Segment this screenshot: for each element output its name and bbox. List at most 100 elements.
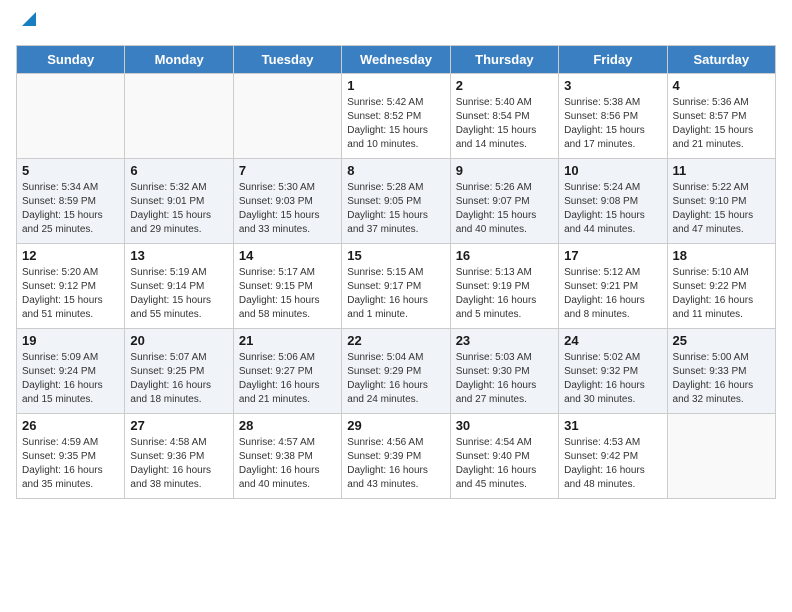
day-number: 9 <box>456 163 553 178</box>
calendar-empty-cell <box>125 74 233 159</box>
day-info: Sunrise: 5:02 AM Sunset: 9:32 PM Dayligh… <box>564 351 661 407</box>
calendar-day-19: 19Sunrise: 5:09 AM Sunset: 9:24 PM Dayli… <box>17 329 125 414</box>
day-number: 4 <box>673 78 770 93</box>
day-info: Sunrise: 5:20 AM Sunset: 9:12 PM Dayligh… <box>22 266 119 322</box>
day-info: Sunrise: 5:06 AM Sunset: 9:27 PM Dayligh… <box>239 351 336 407</box>
calendar-week-row: 26 Sunrise: 4:59 AM Sunset: 9:35 PM Dayli… <box>17 414 776 499</box>
day-number: 18 <box>673 248 770 263</box>
day-number: 25 <box>673 333 770 348</box>
day-number: 28 <box>239 418 336 433</box>
col-header-thursday: Thursday <box>450 46 558 74</box>
col-header-sunday: Sunday <box>17 46 125 74</box>
calendar-empty-cell <box>233 74 341 159</box>
day-info: Sunrise: 5:26 AM Sunset: 9:07 PM Dayligh… <box>456 181 553 237</box>
day-info: Sunrise: 5:32 AM Sunset: 9:01 PM Dayligh… <box>130 181 227 237</box>
col-header-saturday: Saturday <box>667 46 775 74</box>
col-header-tuesday: Tuesday <box>233 46 341 74</box>
day-number: 19 <box>22 333 119 348</box>
calendar-day-11: 11 Sunrise: 5:22 AM Sunset: 9:10 PM Dayli… <box>667 159 775 244</box>
day-number: 7 <box>239 163 336 178</box>
day-number: 27 <box>130 418 227 433</box>
col-header-friday: Friday <box>559 46 667 74</box>
day-number: 29 <box>347 418 444 433</box>
day-info: Sunrise: 5:00 AM Sunset: 9:33 PM Dayligh… <box>673 351 770 407</box>
day-info: Sunrise: 5:07 AM Sunset: 9:25 PM Dayligh… <box>130 351 227 407</box>
day-info: Sunrise: 5:30 AM Sunset: 9:03 PM Dayligh… <box>239 181 336 237</box>
day-number: 21 <box>239 333 336 348</box>
calendar-day-15: 15 Sunrise: 5:15 AM Sunset: 9:17 PM Dayli… <box>342 244 450 329</box>
day-info: Sunrise: 5:28 AM Sunset: 9:05 PM Dayligh… <box>347 181 444 237</box>
day-number: 15 <box>347 248 444 263</box>
day-number: 5 <box>22 163 119 178</box>
day-info: Sunrise: 4:56 AM Sunset: 9:39 PM Dayligh… <box>347 436 444 492</box>
day-number: 10 <box>564 163 661 178</box>
calendar-day-30: 30 Sunrise: 4:54 AM Sunset: 9:40 PM Dayli… <box>450 414 558 499</box>
page-header <box>16 16 776 35</box>
calendar-day-1: 1Sunrise: 5:42 AM Sunset: 8:52 PM Daylig… <box>342 74 450 159</box>
day-info: Sunrise: 5:36 AM Sunset: 8:57 PM Dayligh… <box>673 96 770 152</box>
day-info: Sunrise: 5:13 AM Sunset: 9:19 PM Dayligh… <box>456 266 553 322</box>
calendar-week-row: 1Sunrise: 5:42 AM Sunset: 8:52 PM Daylig… <box>17 74 776 159</box>
calendar-day-31: 31 Sunrise: 4:53 AM Sunset: 9:42 PM Dayli… <box>559 414 667 499</box>
calendar-day-5: 5 Sunrise: 5:34 AM Sunset: 8:59 PM Daylig… <box>17 159 125 244</box>
calendar-day-10: 10Sunrise: 5:24 AM Sunset: 9:08 PM Dayli… <box>559 159 667 244</box>
day-info: Sunrise: 5:10 AM Sunset: 9:22 PM Dayligh… <box>673 266 770 322</box>
day-info: Sunrise: 5:40 AM Sunset: 8:54 PM Dayligh… <box>456 96 553 152</box>
calendar-day-29: 29 Sunrise: 4:56 AM Sunset: 9:39 PM Dayli… <box>342 414 450 499</box>
calendar-day-28: 28 Sunrise: 4:57 AM Sunset: 9:38 PM Dayli… <box>233 414 341 499</box>
day-number: 20 <box>130 333 227 348</box>
calendar-header-row: SundayMondayTuesdayWednesdayThursdayFrid… <box>17 46 776 74</box>
calendar-day-22: 22Sunrise: 5:04 AM Sunset: 9:29 PM Dayli… <box>342 329 450 414</box>
day-info: Sunrise: 4:54 AM Sunset: 9:40 PM Dayligh… <box>456 436 553 492</box>
calendar-week-row: 19Sunrise: 5:09 AM Sunset: 9:24 PM Dayli… <box>17 329 776 414</box>
day-info: Sunrise: 5:15 AM Sunset: 9:17 PM Dayligh… <box>347 266 444 322</box>
day-number: 8 <box>347 163 444 178</box>
day-info: Sunrise: 4:57 AM Sunset: 9:38 PM Dayligh… <box>239 436 336 492</box>
day-number: 1 <box>347 78 444 93</box>
calendar-day-6: 6Sunrise: 5:32 AM Sunset: 9:01 PM Daylig… <box>125 159 233 244</box>
day-number: 14 <box>239 248 336 263</box>
calendar-day-20: 20 Sunrise: 5:07 AM Sunset: 9:25 PM Dayli… <box>125 329 233 414</box>
calendar-day-18: 18 Sunrise: 5:10 AM Sunset: 9:22 PM Dayli… <box>667 244 775 329</box>
calendar-day-3: 3Sunrise: 5:38 AM Sunset: 8:56 PM Daylig… <box>559 74 667 159</box>
calendar-week-row: 5 Sunrise: 5:34 AM Sunset: 8:59 PM Daylig… <box>17 159 776 244</box>
day-info: Sunrise: 5:34 AM Sunset: 8:59 PM Dayligh… <box>22 181 119 237</box>
day-number: 31 <box>564 418 661 433</box>
day-info: Sunrise: 4:53 AM Sunset: 9:42 PM Dayligh… <box>564 436 661 492</box>
calendar-day-16: 16 Sunrise: 5:13 AM Sunset: 9:19 PM Dayli… <box>450 244 558 329</box>
day-info: Sunrise: 4:59 AM Sunset: 9:35 PM Dayligh… <box>22 436 119 492</box>
day-info: Sunrise: 5:04 AM Sunset: 9:29 PM Dayligh… <box>347 351 444 407</box>
day-info: Sunrise: 5:22 AM Sunset: 9:10 PM Dayligh… <box>673 181 770 237</box>
day-number: 3 <box>564 78 661 93</box>
day-number: 12 <box>22 248 119 263</box>
day-number: 13 <box>130 248 227 263</box>
calendar-day-21: 21 Sunrise: 5:06 AM Sunset: 9:27 PM Dayli… <box>233 329 341 414</box>
calendar-day-2: 2 Sunrise: 5:40 AM Sunset: 8:54 PM Daylig… <box>450 74 558 159</box>
day-number: 11 <box>673 163 770 178</box>
calendar-empty-cell <box>17 74 125 159</box>
calendar-week-row: 12 Sunrise: 5:20 AM Sunset: 9:12 PM Dayli… <box>17 244 776 329</box>
calendar-day-17: 17Sunrise: 5:12 AM Sunset: 9:21 PM Dayli… <box>559 244 667 329</box>
calendar-day-8: 8 Sunrise: 5:28 AM Sunset: 9:05 PM Daylig… <box>342 159 450 244</box>
day-info: Sunrise: 5:12 AM Sunset: 9:21 PM Dayligh… <box>564 266 661 322</box>
day-info: Sunrise: 4:58 AM Sunset: 9:36 PM Dayligh… <box>130 436 227 492</box>
col-header-wednesday: Wednesday <box>342 46 450 74</box>
col-header-monday: Monday <box>125 46 233 74</box>
calendar-day-24: 24 Sunrise: 5:02 AM Sunset: 9:32 PM Dayli… <box>559 329 667 414</box>
day-number: 30 <box>456 418 553 433</box>
calendar-day-4: 4 Sunrise: 5:36 AM Sunset: 8:57 PM Daylig… <box>667 74 775 159</box>
calendar-day-12: 12 Sunrise: 5:20 AM Sunset: 9:12 PM Dayli… <box>17 244 125 329</box>
calendar-day-23: 23 Sunrise: 5:03 AM Sunset: 9:30 PM Dayli… <box>450 329 558 414</box>
calendar-day-9: 9 Sunrise: 5:26 AM Sunset: 9:07 PM Daylig… <box>450 159 558 244</box>
day-number: 2 <box>456 78 553 93</box>
day-info: Sunrise: 5:03 AM Sunset: 9:30 PM Dayligh… <box>456 351 553 407</box>
day-number: 26 <box>22 418 119 433</box>
day-number: 16 <box>456 248 553 263</box>
day-number: 24 <box>564 333 661 348</box>
logo-arrow-icon <box>18 8 40 30</box>
calendar-empty-cell <box>667 414 775 499</box>
day-number: 23 <box>456 333 553 348</box>
calendar-day-7: 7 Sunrise: 5:30 AM Sunset: 9:03 PM Daylig… <box>233 159 341 244</box>
calendar-day-25: 25 Sunrise: 5:00 AM Sunset: 9:33 PM Dayli… <box>667 329 775 414</box>
calendar-day-27: 27 Sunrise: 4:58 AM Sunset: 9:36 PM Dayli… <box>125 414 233 499</box>
